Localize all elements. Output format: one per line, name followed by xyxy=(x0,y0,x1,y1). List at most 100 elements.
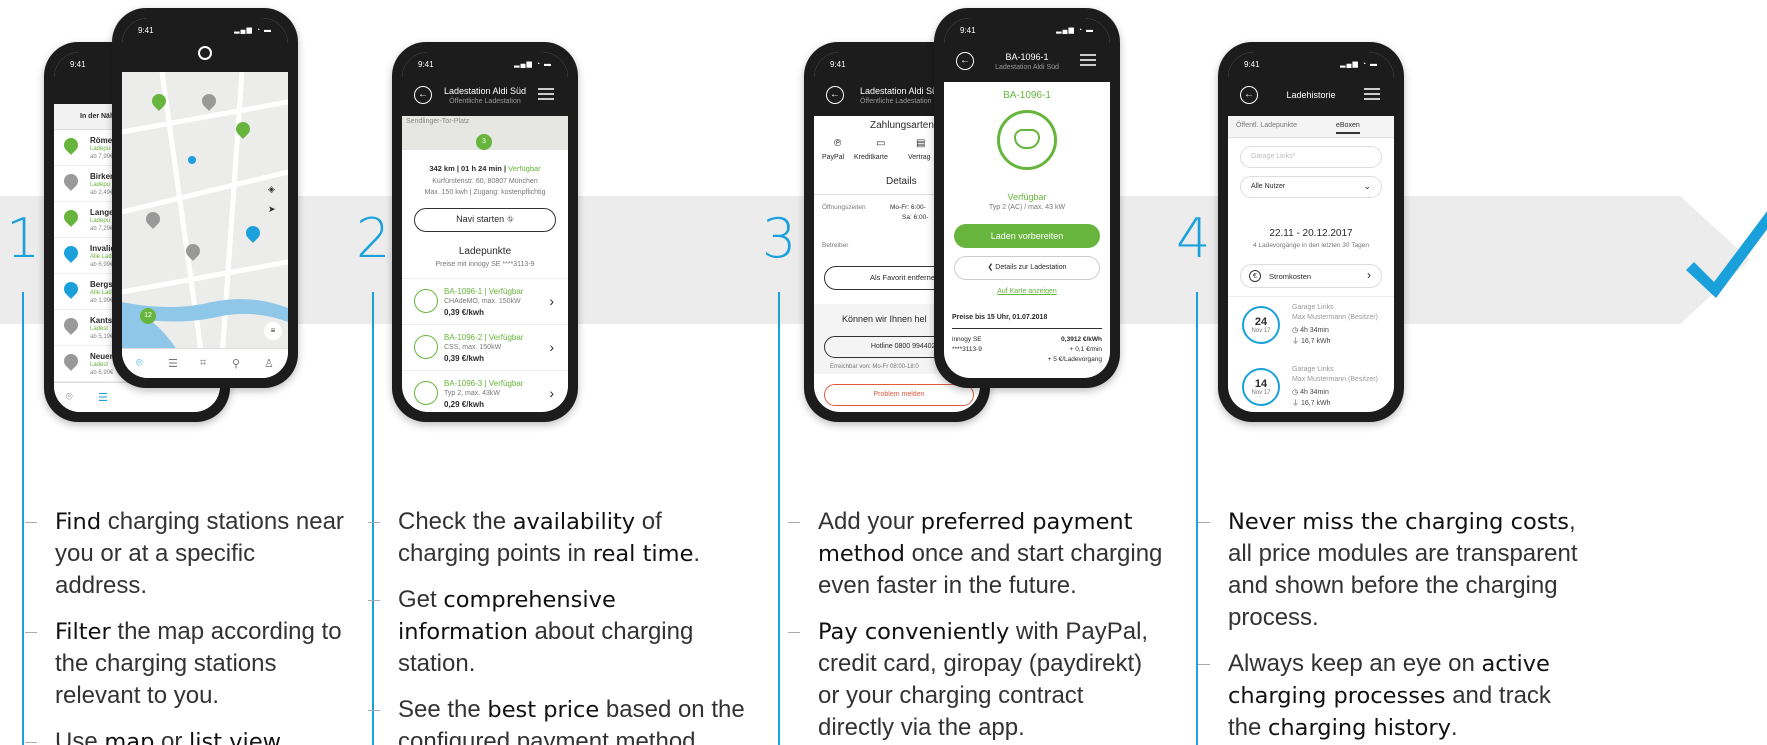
payment-credit-card[interactable]: Kreditkarte xyxy=(854,154,888,161)
show-on-map-link[interactable]: Auf Karte anzeigen xyxy=(944,288,1110,295)
station-pin-icon xyxy=(61,351,81,371)
history-screen: 9:41 ▂▄▆ ◔ ▬ ← Ladehistorie Öffentl. Lade… xyxy=(1228,52,1394,412)
section-title: Ladepunkte xyxy=(458,246,512,257)
history-list: 24 Nov 17 Garage Links Max Mustermann (Besi… xyxy=(1228,300,1394,412)
station-details-button[interactable]: ❮ Details zur Ladestation xyxy=(954,256,1100,280)
station-detail-screen: 9:41 ▂▄▆ ◔ ▬ ← Ladestation Aldi Süd Öffen… xyxy=(402,52,568,412)
prepare-charging-button[interactable]: Laden vorbereiten xyxy=(954,224,1100,248)
station-price: ab 5,19€ xyxy=(90,334,114,340)
station-pin-icon xyxy=(61,279,81,299)
menu-icon[interactable] xyxy=(1080,54,1096,66)
station-price: ab 6,99€ xyxy=(90,370,114,376)
point-type: CHAdeMO, max. 150kW xyxy=(444,298,521,305)
report-problem-button[interactable]: Problem melden xyxy=(824,384,974,406)
hours-weekdays: Mo-Fr: 6:00- xyxy=(890,204,926,211)
locate-icon[interactable]: ➤ xyxy=(268,204,276,215)
tab-bar: ⌾ ☰ ⌗ ⚲ ♙ xyxy=(122,348,288,378)
station-pin: 3 xyxy=(476,134,492,150)
map-tab-icon[interactable]: ⌾ xyxy=(136,357,143,370)
station-price: ab 7,29€ xyxy=(90,226,114,232)
garage-input[interactable]: Garage Links* xyxy=(1240,146,1382,168)
mini-map[interactable]: Sendlinger-Tor-Platz 3 xyxy=(402,116,568,150)
point-price: 0,29 €/kwh xyxy=(444,400,485,409)
payment-methods-title: Zahlungsarten xyxy=(870,120,934,131)
map-tab-icon[interactable]: ⌾ xyxy=(66,391,73,404)
user-select[interactable]: Alle Nutzer ⌄ xyxy=(1240,176,1382,198)
connector-icon xyxy=(414,335,438,359)
phone-history-view: 9:41 ▂▄▆ ◔ ▬ ← Ladehistorie Öffentl. Lade… xyxy=(1218,42,1404,422)
station-price: ab 7,99€ xyxy=(90,154,114,160)
hours-label: Öffnungszeiten xyxy=(822,204,866,211)
station-status: Ladepu xyxy=(90,146,111,152)
profile-tab-icon[interactable]: ♙ xyxy=(264,357,274,370)
menu-icon[interactable] xyxy=(538,88,554,100)
plug-icon: ⏚ xyxy=(1292,400,1299,407)
station-price: ab 6,99€ xyxy=(90,262,114,268)
station-status: Alle Lad xyxy=(90,290,112,296)
scan-tab-icon[interactable]: ⌗ xyxy=(200,357,206,370)
price-per-kwh: 0,3912 €/kWh xyxy=(1061,336,1102,343)
tab-public-points[interactable]: Öffentl. Ladepunkte xyxy=(1236,122,1297,129)
chargepoint-screen: 9:41 ▂▄▆ ◔ ▬ ← BA-1096-1 Ladestation Aldi… xyxy=(944,18,1110,378)
navi-start-button[interactable]: Navi starten ⛗ xyxy=(414,208,556,232)
station-pin-icon xyxy=(61,207,81,227)
provider-id: ****3113-9 xyxy=(952,346,982,353)
price-per-session: + 5 €/Ladevorgang xyxy=(1047,356,1102,363)
details-title: Details xyxy=(886,176,917,187)
station-pin-icon xyxy=(61,171,81,191)
point-id-status: BA-1096-2 | Verfügbar xyxy=(444,333,524,342)
entry-duration: ◷ 4h 34min xyxy=(1292,327,1329,334)
entry-duration: ◷ 4h 34min xyxy=(1292,389,1329,396)
text-column-2: Check the availability of charging point… xyxy=(368,506,748,745)
app-logo-icon xyxy=(198,46,212,60)
text-column-4: Never miss the charging costs, all price… xyxy=(1198,506,1588,745)
charging-point-row[interactable]: BA-1096-3 | Verfügbar Typ 2, max. 43kW 0,2… xyxy=(402,370,568,412)
chargepoint-id: BA-1096-1 xyxy=(1003,90,1051,101)
payment-paypal[interactable]: PayPal xyxy=(822,154,844,161)
station-status: Ladest xyxy=(90,362,109,368)
list-tab-icon[interactable]: ☰ xyxy=(98,391,108,404)
station-status: Ladepu xyxy=(90,182,111,188)
chevron-right-icon: › xyxy=(549,385,554,401)
route-icon: ⛗ xyxy=(506,214,514,224)
station-address: Kurfürstenstr. 60, 80807 München xyxy=(432,178,538,185)
station-price: ab 2,49€ xyxy=(90,190,114,196)
electricity-costs-button[interactable]: € Stromkosten › xyxy=(1240,264,1382,288)
layers-icon[interactable]: ◈ xyxy=(268,184,275,195)
date-ring: 24 Nov 17 xyxy=(1242,306,1280,344)
step-line-4 xyxy=(1196,292,1198,745)
point-id-status: BA-1096-1 | Verfügbar xyxy=(444,287,524,296)
map-area[interactable]: 12 ◈ ➤ ≡ xyxy=(122,72,288,358)
tab-eboxes[interactable]: eBoxen xyxy=(1336,122,1360,134)
payment-contract[interactable]: Vertrag xyxy=(908,154,931,161)
back-icon[interactable]: ← xyxy=(826,86,844,104)
user-location-dot xyxy=(188,156,196,164)
station-pin-icon xyxy=(61,315,81,335)
search-tab-icon[interactable]: ⚲ xyxy=(232,357,240,370)
station-name: Neuer xyxy=(90,352,113,361)
step-line-3 xyxy=(778,292,780,745)
station-status: Alle Lad xyxy=(90,254,112,260)
history-entry[interactable]: 14 Nov 17 Garage Links Max Mustermann (Besi… xyxy=(1242,362,1380,412)
chevron-down-icon: ⌄ xyxy=(1363,181,1371,191)
step-number-1: 1 xyxy=(6,207,41,270)
charging-point-row[interactable]: BA-1096-2 | Verfügbar CSS, max. 150kW 0,39… xyxy=(402,324,568,370)
point-price: 0,39 €/kwh xyxy=(444,308,485,317)
list-header: In der Näh xyxy=(80,113,115,120)
phone-chargepoint-view: 9:41 ▂▄▆ ◔ ▬ ← BA-1096-1 Ladestation Aldi… xyxy=(934,8,1120,388)
charging-point-row[interactable]: BA-1096-1 | Verfügbar CHAdeMO, max. 150kW… xyxy=(402,278,568,324)
station-pin-icon xyxy=(61,135,81,155)
step-number-2: 2 xyxy=(356,207,391,270)
chevron-right-icon: › xyxy=(1367,268,1371,282)
list-tab-icon[interactable]: ☰ xyxy=(168,357,178,370)
cluster-pin[interactable]: 12 xyxy=(140,308,156,324)
history-entry[interactable]: 24 Nov 17 Garage Links Max Mustermann (Besi… xyxy=(1242,300,1380,358)
filter-icon[interactable]: ≡ xyxy=(264,322,282,340)
help-title: Können wir Ihnen hel xyxy=(842,314,927,324)
menu-icon[interactable] xyxy=(1364,88,1380,100)
step-line-1 xyxy=(22,292,24,745)
credit-card-icon: ▭ xyxy=(876,138,886,149)
checkmark-icon xyxy=(1686,211,1767,298)
station-pin-icon xyxy=(61,243,81,263)
chevron-right-icon: › xyxy=(549,339,554,355)
